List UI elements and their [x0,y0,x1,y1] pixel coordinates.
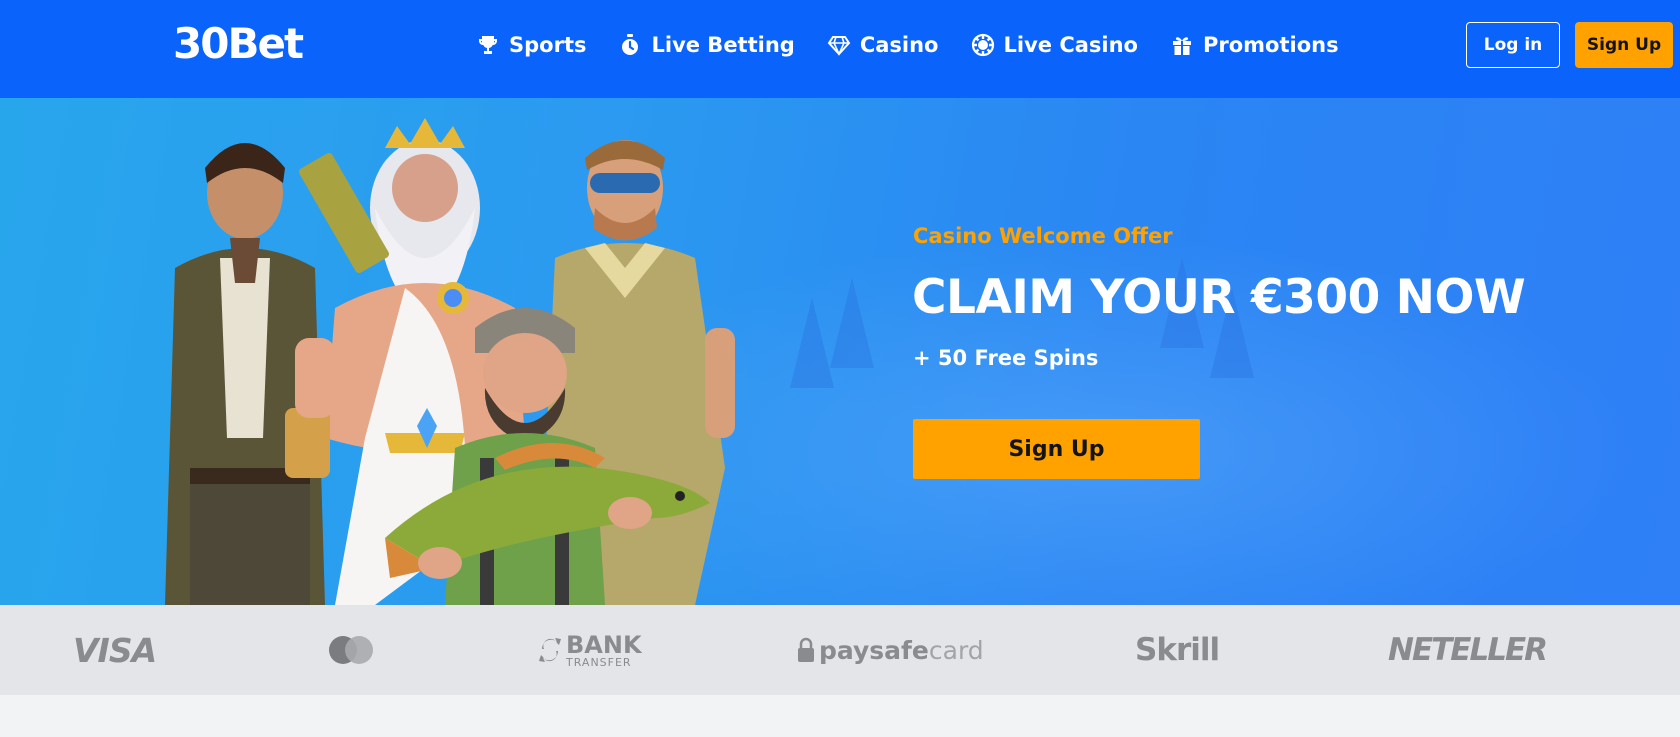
hero-characters-illustration [135,108,795,605]
nav-item-sports[interactable]: Sports [476,27,586,63]
background-tree [790,298,834,388]
nav-label-live-betting: Live Betting [651,33,795,57]
signup-button-header[interactable]: Sign Up [1575,22,1673,68]
neteller-logo: NETELLER [1388,632,1548,668]
paysafecard-logo: paysafe card [797,605,984,695]
offer-title: CLAIM YOUR €300 NOW [912,270,1526,325]
offer-tag: Casino Welcome Offer [913,224,1173,248]
padlock-icon [798,637,814,662]
stopwatch-icon [618,33,642,57]
nav-item-live-casino[interactable]: Live Casino [971,27,1138,63]
paysafecard-light-text: card [928,635,984,665]
mastercard-icon [326,605,376,695]
page-bottom-area [0,695,1680,737]
nav-item-casino[interactable]: Casino [827,27,939,63]
paysafecard-bold-text: paysafe [819,635,929,665]
bank-transfer-arrows-icon [539,638,561,662]
nav-label-casino: Casino [859,33,939,57]
payment-methods-strip: VISA BANK TRANSFER paysafe card Skrill NE… [0,605,1680,695]
diamond-icon [827,33,851,57]
skrill-logo: Skrill [1135,632,1220,668]
nav-item-promotions[interactable]: Promotions [1170,27,1339,63]
main-nav: Sports Live Betting Casino Live Casino P… [476,27,1371,63]
signup-button-hero[interactable]: Sign Up [913,419,1200,479]
bank-transfer-logo: BANK TRANSFER [538,605,642,695]
login-button[interactable]: Log in [1466,22,1560,68]
nav-label-live-casino: Live Casino [1003,33,1138,57]
nav-label-promotions: Promotions [1202,33,1339,57]
site-logo[interactable]: 30Bet [173,20,304,68]
nav-label-sports: Sports [509,33,587,57]
bank-transfer-small-text: TRANSFER [566,655,632,669]
hero-banner: Casino Welcome Offer CLAIM YOUR €300 NOW… [0,98,1680,605]
bank-transfer-big-text: BANK [566,630,642,659]
visa-logo: VISA [73,630,157,670]
offer-subtitle: + 50 Free Spins [913,346,1099,370]
trophy-icon [476,33,500,57]
top-header: 30Bet Sports Live Betting Casino Live Ca… [0,0,1680,98]
casino-chip-icon [971,33,995,57]
gift-icon [1170,33,1194,57]
nav-item-live-betting[interactable]: Live Betting [618,27,795,63]
background-tree [830,278,874,368]
